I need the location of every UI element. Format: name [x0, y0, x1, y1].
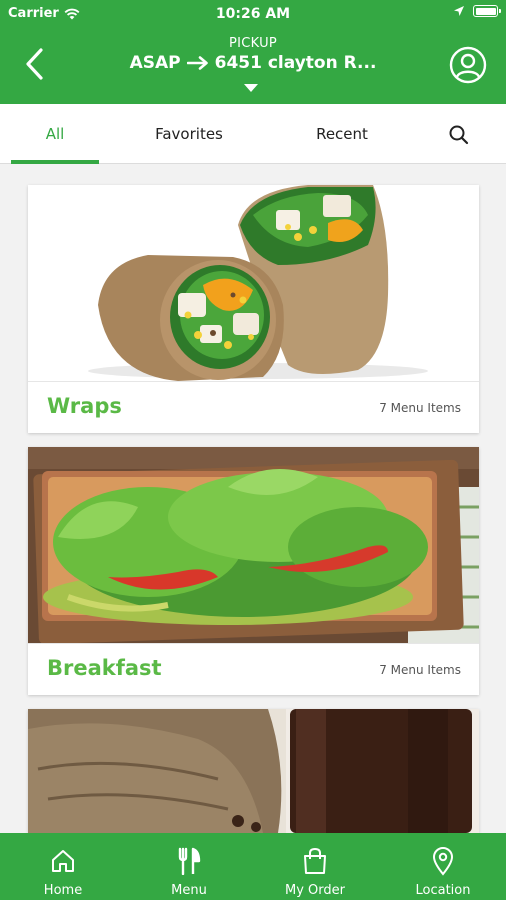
nav-label: Menu	[171, 883, 207, 898]
category-card-wraps[interactable]: Wraps 7 Menu Items	[28, 185, 479, 433]
pickup-label: PICKUP	[228, 36, 278, 51]
profile-icon	[449, 46, 487, 84]
back-button[interactable]	[18, 44, 52, 84]
caret-down-icon[interactable]	[244, 84, 258, 92]
location-pin-icon	[432, 847, 454, 876]
breakfast-flatbread-photo	[28, 447, 479, 643]
status-time: 10:26 AM	[215, 6, 291, 22]
battery-icon	[473, 5, 501, 17]
shopping-bag-icon	[304, 847, 326, 874]
utensils-icon	[178, 847, 201, 875]
status-right	[453, 5, 501, 17]
location-arrow-icon	[454, 6, 464, 16]
status-bar: Carrier 10:26 AM	[0, 0, 506, 28]
category-card-coffee[interactable]	[28, 709, 479, 833]
nav-label: My Order	[285, 883, 345, 898]
menu-item-count: 7 Menu Items	[379, 663, 461, 677]
category-title: Wraps	[47, 394, 122, 418]
bottom-navigation: Home Menu My Order Location	[0, 833, 506, 900]
profile-button[interactable]	[449, 46, 487, 84]
home-icon	[52, 850, 74, 872]
pickup-route: ASAP 6451 clayton R...	[110, 53, 396, 73]
category-card-breakfast[interactable]: Breakfast 7 Menu Items	[28, 447, 479, 695]
app-header: Carrier 10:26 AM PICKUP ASAP 6451 clayto…	[0, 0, 506, 104]
nav-home[interactable]: Home	[0, 833, 126, 900]
card-footer: Wraps 7 Menu Items	[28, 381, 479, 433]
tab-label: Recent	[316, 125, 368, 143]
iced-coffee-photo	[28, 709, 479, 833]
card-footer: Breakfast 7 Menu Items	[28, 643, 479, 695]
category-title: Breakfast	[47, 656, 162, 680]
back-icon	[26, 48, 43, 80]
tab-label: Favorites	[155, 125, 223, 143]
tab-label: All	[45, 125, 65, 143]
nav-my-order[interactable]: My Order	[252, 833, 378, 900]
active-tab-indicator	[11, 160, 99, 164]
search-icon	[449, 125, 469, 145]
arrow-right-icon	[186, 56, 208, 70]
nav-menu[interactable]: Menu	[126, 833, 252, 900]
route-time: ASAP	[129, 53, 181, 73]
nav-label: Home	[43, 883, 83, 898]
nav-label: Location	[415, 883, 471, 898]
route-address: 6451 clayton R...	[214, 53, 377, 73]
category-tabs: All Favorites Recent	[0, 104, 506, 164]
pickup-selector[interactable]: PICKUP ASAP 6451 clayton R...	[110, 36, 396, 73]
search-button[interactable]	[446, 122, 472, 148]
menu-item-count: 7 Menu Items	[379, 401, 461, 415]
wraps-photo	[28, 185, 479, 381]
nav-location[interactable]: Location	[380, 833, 506, 900]
tab-recent[interactable]: Recent	[292, 104, 392, 164]
tab-favorites[interactable]: Favorites	[134, 104, 244, 164]
tab-all[interactable]: All	[11, 104, 99, 164]
